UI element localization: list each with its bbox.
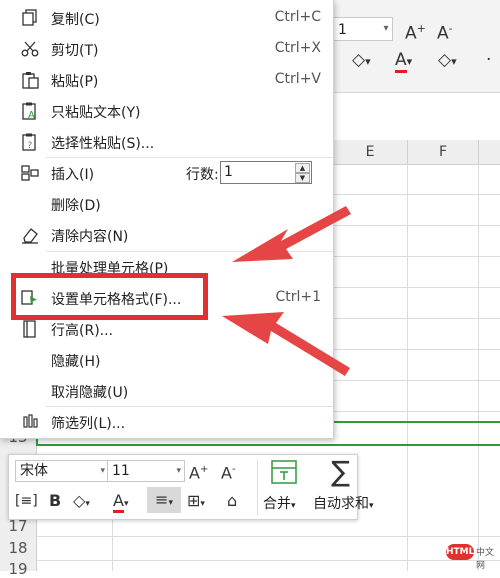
menu-item-shortcut: Ctrl+C [274, 9, 321, 25]
menu-item-unhide[interactable]: 取消隐藏(U) [0, 376, 333, 407]
shrink-font-button[interactable]: A- [437, 19, 453, 44]
merge-cells-icon[interactable] [271, 460, 297, 484]
column-header-f[interactable]: F [408, 140, 479, 164]
menu-item-label: 粘贴(P) [51, 74, 99, 90]
chevron-down-icon: ▾ [100, 466, 105, 476]
menu-item-cut[interactable]: 剪切(T) Ctrl+X [0, 34, 333, 65]
scissors-icon [21, 41, 39, 57]
eraser-icon [22, 228, 38, 244]
autosum-icon[interactable]: ∑ [331, 456, 350, 488]
grow-font-button[interactable]: A+ [189, 460, 208, 483]
paste-text-icon: A [22, 102, 36, 121]
mini-format-toolbar: 宋体 ▾ 11 ▾ A+ A- [≡] B ◇▾ A▾ ≡▾ ⊞▾ ⌂ 合并▾ ∑ … [8, 454, 374, 520]
spin-up-icon[interactable]: ▲ [295, 163, 310, 173]
selection-bottom-border [36, 444, 500, 446]
menu-item-label: 隐藏(H) [51, 354, 101, 370]
grow-font-button[interactable]: A+ [405, 19, 426, 44]
fill-color-button[interactable]: ◇▾ [73, 491, 90, 514]
highlight-box [11, 273, 208, 320]
insert-rows-stepper[interactable]: 1 ▲ ▼ [220, 161, 312, 184]
font-color-icon[interactable]: A▾ [395, 50, 412, 73]
grid-line [36, 560, 500, 561]
grid-line [36, 536, 500, 537]
font-size-select[interactable]: 11 ▾ [107, 460, 185, 482]
grid-line [333, 225, 500, 226]
align-center-button[interactable]: ≡▾ [147, 487, 181, 513]
toolbar-separator [257, 459, 258, 515]
paste-icon [22, 72, 39, 89]
menu-item-label: 剪切(T) [51, 43, 99, 59]
menu-item-label: 清除内容(N) [51, 229, 129, 245]
row-height-icon [23, 320, 36, 338]
svg-text:?: ? [28, 141, 33, 151]
fill-color-icon[interactable]: ◇▾ [352, 50, 371, 72]
grid-line [333, 380, 500, 381]
menu-item-label: 复制(C) [51, 12, 100, 28]
clear-format-icon[interactable]: ◇▾ [438, 50, 457, 72]
grid-line [333, 256, 500, 257]
menu-item-copy[interactable]: 复制(C) Ctrl+C [0, 3, 333, 34]
borders-button[interactable]: ⊞▾ [187, 491, 205, 514]
menu-item-label: 删除(D) [51, 198, 101, 214]
insert-rows-value[interactable]: 1 [224, 164, 233, 180]
html-logo: HTML [446, 544, 474, 560]
menu-item-paste[interactable]: 粘贴(P) Ctrl+V [0, 65, 333, 96]
chevron-down-icon[interactable]: ▾ [380, 17, 392, 41]
grid-line [333, 349, 500, 350]
menu-item-label: 筛选列(L)... [51, 416, 126, 432]
paste-special-icon: ? [22, 133, 36, 151]
menu-item-clear-contents[interactable]: 清除内容(N) [0, 220, 333, 251]
menu-item-label: 行高(R)... [51, 323, 114, 339]
merge-button[interactable]: 合并▾ [263, 493, 296, 513]
font-name-select[interactable]: 宋体 ▾ [15, 460, 109, 482]
menu-item-label: 取消隐藏(U) [51, 385, 129, 401]
grid-line [112, 520, 113, 571]
column-header-e[interactable]: E [333, 140, 408, 164]
ribbon-background [330, 0, 500, 93]
row-header-18[interactable]: 18 [0, 539, 36, 557]
context-menu: 复制(C) Ctrl+C 剪切(T) Ctrl+X 粘贴(P) Ctrl+V A… [0, 0, 334, 439]
bold-button[interactable]: B [49, 491, 61, 511]
svg-text:A: A [28, 110, 35, 121]
menu-item-shortcut: Ctrl+X [274, 40, 321, 56]
watermark-text: 中文网 [476, 548, 495, 571]
chevron-down-icon: ▾ [176, 466, 181, 476]
filter-columns-icon [23, 414, 38, 428]
menu-item-shortcut: Ctrl+1 [275, 289, 321, 305]
menu-item-label: 选择性粘贴(S)... [51, 136, 155, 152]
grid-line [333, 287, 500, 288]
menu-item-filter-columns[interactable]: 筛选列(L)... [0, 407, 333, 438]
clear-format-icon[interactable]: ⌂ [227, 491, 237, 511]
format-painter-icon[interactable]: [≡] [15, 491, 38, 511]
menu-item-paste-text-only[interactable]: A 只粘贴文本(Y) [0, 96, 333, 127]
shrink-font-button[interactable]: A- [221, 460, 236, 483]
menu-item-label: 只粘贴文本(Y) [51, 105, 141, 121]
menu-item-label: 插入(I) [51, 167, 95, 183]
autosum-button[interactable]: 自动求和▾ [313, 493, 374, 513]
font-color-button[interactable]: A▾ [113, 491, 128, 514]
menu-item-paste-special[interactable]: ? 选择性粘贴(S)... [0, 127, 333, 158]
row-header-19[interactable]: 19 [0, 560, 36, 578]
menu-item-delete[interactable]: 删除(D) [0, 189, 333, 220]
menu-item-hide[interactable]: 隐藏(H) [0, 345, 333, 376]
copy-icon [22, 9, 37, 26]
menu-item-shortcut: Ctrl+V [274, 71, 321, 87]
more-icon[interactable]: · [486, 50, 491, 70]
grid-line [333, 318, 500, 319]
column-header-row: E F [333, 140, 500, 165]
grid-line [333, 194, 500, 195]
spin-down-icon[interactable]: ▼ [295, 173, 310, 183]
insert-rows-label: 行数: [186, 167, 219, 183]
menu-item-insert[interactable]: 插入(I) 行数: 1 ▲ ▼ [0, 158, 333, 189]
insert-icon [21, 165, 39, 181]
grid-line [333, 411, 500, 412]
